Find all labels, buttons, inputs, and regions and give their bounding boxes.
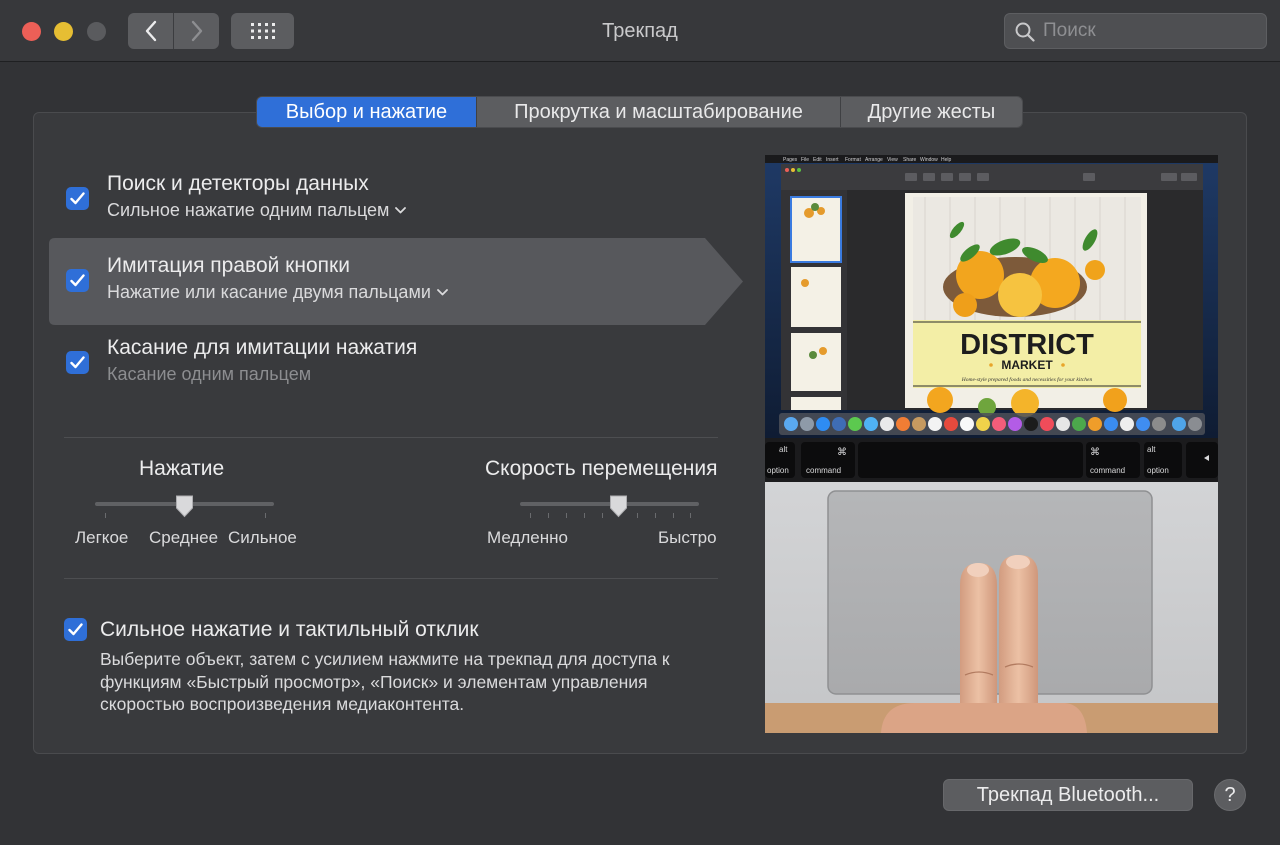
preview-illustration: Pages File Edit Insert Format Arrange View Sh… <box>765 155 1218 733</box>
svg-text:Insert: Insert <box>826 157 839 163</box>
checkmark-icon <box>68 623 83 636</box>
tap-to-click-title: Касание для имитации нажатия <box>107 336 418 359</box>
svg-text:Edit: Edit <box>813 157 822 163</box>
divider <box>64 578 718 579</box>
secondary-click-checkbox[interactable] <box>66 269 89 292</box>
secondary-click-gesture-label: Нажатие или касание двумя пальцами <box>107 282 431 302</box>
key-cmd-symbol-right: ⌘ <box>1090 447 1100 458</box>
tab-bar: Выбор и нажатие Прокрутка и масштабирова… <box>256 96 1023 128</box>
click-slider-tick <box>265 513 266 518</box>
click-slider-medium-label: Среднее <box>149 528 219 547</box>
checkmark-icon <box>70 192 85 205</box>
click-slider-tick <box>105 513 106 518</box>
key-option-left: option <box>767 466 789 475</box>
tab-more-gestures[interactable]: Другие жесты <box>840 97 1022 127</box>
speed-slider-tick <box>584 513 585 518</box>
lookup-checkbox[interactable] <box>66 187 89 210</box>
chevron-right-icon <box>191 20 202 42</box>
lookup-title: Поиск и детекторы данных <box>107 172 369 195</box>
minimize-window-button[interactable] <box>54 22 73 41</box>
svg-text:Pages: Pages <box>783 157 798 163</box>
search-input[interactable] <box>1043 18 1258 44</box>
key-cmd-symbol-left: ⌘ <box>837 447 847 458</box>
close-window-button[interactable] <box>22 22 41 41</box>
speed-slider-tick <box>655 513 656 518</box>
speed-slider-tick <box>602 513 603 518</box>
tap-to-click-checkbox[interactable] <box>66 351 89 374</box>
checkmark-icon <box>70 274 85 287</box>
preview-doc-title: DISTRICT <box>960 329 1094 361</box>
gesture-preview: Pages File Edit Insert Format Arrange View Sh… <box>765 155 1218 733</box>
svg-text:Help: Help <box>941 157 952 163</box>
speed-slider-tick <box>566 513 567 518</box>
chevron-down-icon <box>395 207 407 214</box>
back-button[interactable] <box>128 13 173 49</box>
svg-text:Arrange: Arrange <box>865 157 883 163</box>
divider <box>64 437 718 438</box>
zoom-window-button[interactable] <box>87 22 106 41</box>
key-command-left: command <box>806 466 841 475</box>
checkmark-icon <box>70 356 85 369</box>
show-all-button[interactable] <box>231 13 294 49</box>
force-click-title: Сильное нажатие и тактильный отклик <box>100 618 479 641</box>
speed-slider-thumb[interactable] <box>609 495 628 518</box>
secondary-click-title: Имитация правой кнопки <box>107 254 350 277</box>
tab-point-and-click[interactable]: Выбор и нажатие <box>257 97 476 127</box>
click-slider-title: Нажатие <box>139 457 225 480</box>
chevron-down-icon <box>436 289 448 296</box>
help-button[interactable]: ? <box>1214 779 1246 811</box>
speed-slider-tick <box>673 513 674 518</box>
chevron-left-icon <box>145 20 156 42</box>
tab-scroll-and-zoom[interactable]: Прокрутка и масштабирование <box>476 97 840 127</box>
key-command-right: command <box>1090 466 1125 475</box>
speed-slider-slow-label: Медленно <box>487 528 568 547</box>
svg-text:Window: Window <box>920 157 938 163</box>
speed-slider-tick <box>548 513 549 518</box>
speed-slider-tick <box>530 513 531 518</box>
click-slider-light-label: Легкое <box>75 528 129 547</box>
preview-doc-tagline: Home-style prepared foods and necessitie… <box>961 376 1093 383</box>
click-slider-thumb[interactable] <box>175 495 194 518</box>
force-click-checkbox[interactable] <box>64 618 87 641</box>
title-bar: Трекпад <box>0 0 1280 62</box>
lookup-gesture-label: Сильное нажатие одним пальцем <box>107 200 390 220</box>
force-click-description: Выберите объект, затем с усилием нажмите… <box>100 649 670 714</box>
speed-slider-tick <box>690 513 691 518</box>
svg-text:Format: Format <box>845 157 861 163</box>
svg-text:File: File <box>801 157 809 163</box>
lookup-gesture-menu[interactable]: Сильное нажатие одним пальцем <box>107 200 407 221</box>
secondary-click-gesture-menu[interactable]: Нажатие или касание двумя пальцами <box>107 282 448 303</box>
speed-slider-tick <box>637 513 638 518</box>
grid-icon <box>250 23 275 39</box>
forward-button[interactable] <box>173 13 219 49</box>
click-slider-firm-label: Сильное <box>228 528 297 547</box>
speed-slider-fast-label: Быстро <box>658 528 717 547</box>
svg-text:Share: Share <box>903 157 917 163</box>
svg-text:View: View <box>887 157 898 163</box>
key-alt-right: alt <box>1147 445 1156 454</box>
tap-to-click-gesture-label: Касание одним пальцем <box>107 364 312 384</box>
search-field[interactable] <box>1004 13 1267 49</box>
navigation-buttons <box>128 13 219 49</box>
setup-bluetooth-trackpad-button[interactable]: Трекпад Bluetooth... <box>943 779 1193 811</box>
key-option-right: option <box>1147 466 1169 475</box>
search-icon <box>1015 22 1035 42</box>
key-alt-left: alt <box>779 445 788 454</box>
preview-doc-subtitle: MARKET <box>1001 358 1053 372</box>
speed-slider-title: Скорость перемещения <box>485 457 718 480</box>
